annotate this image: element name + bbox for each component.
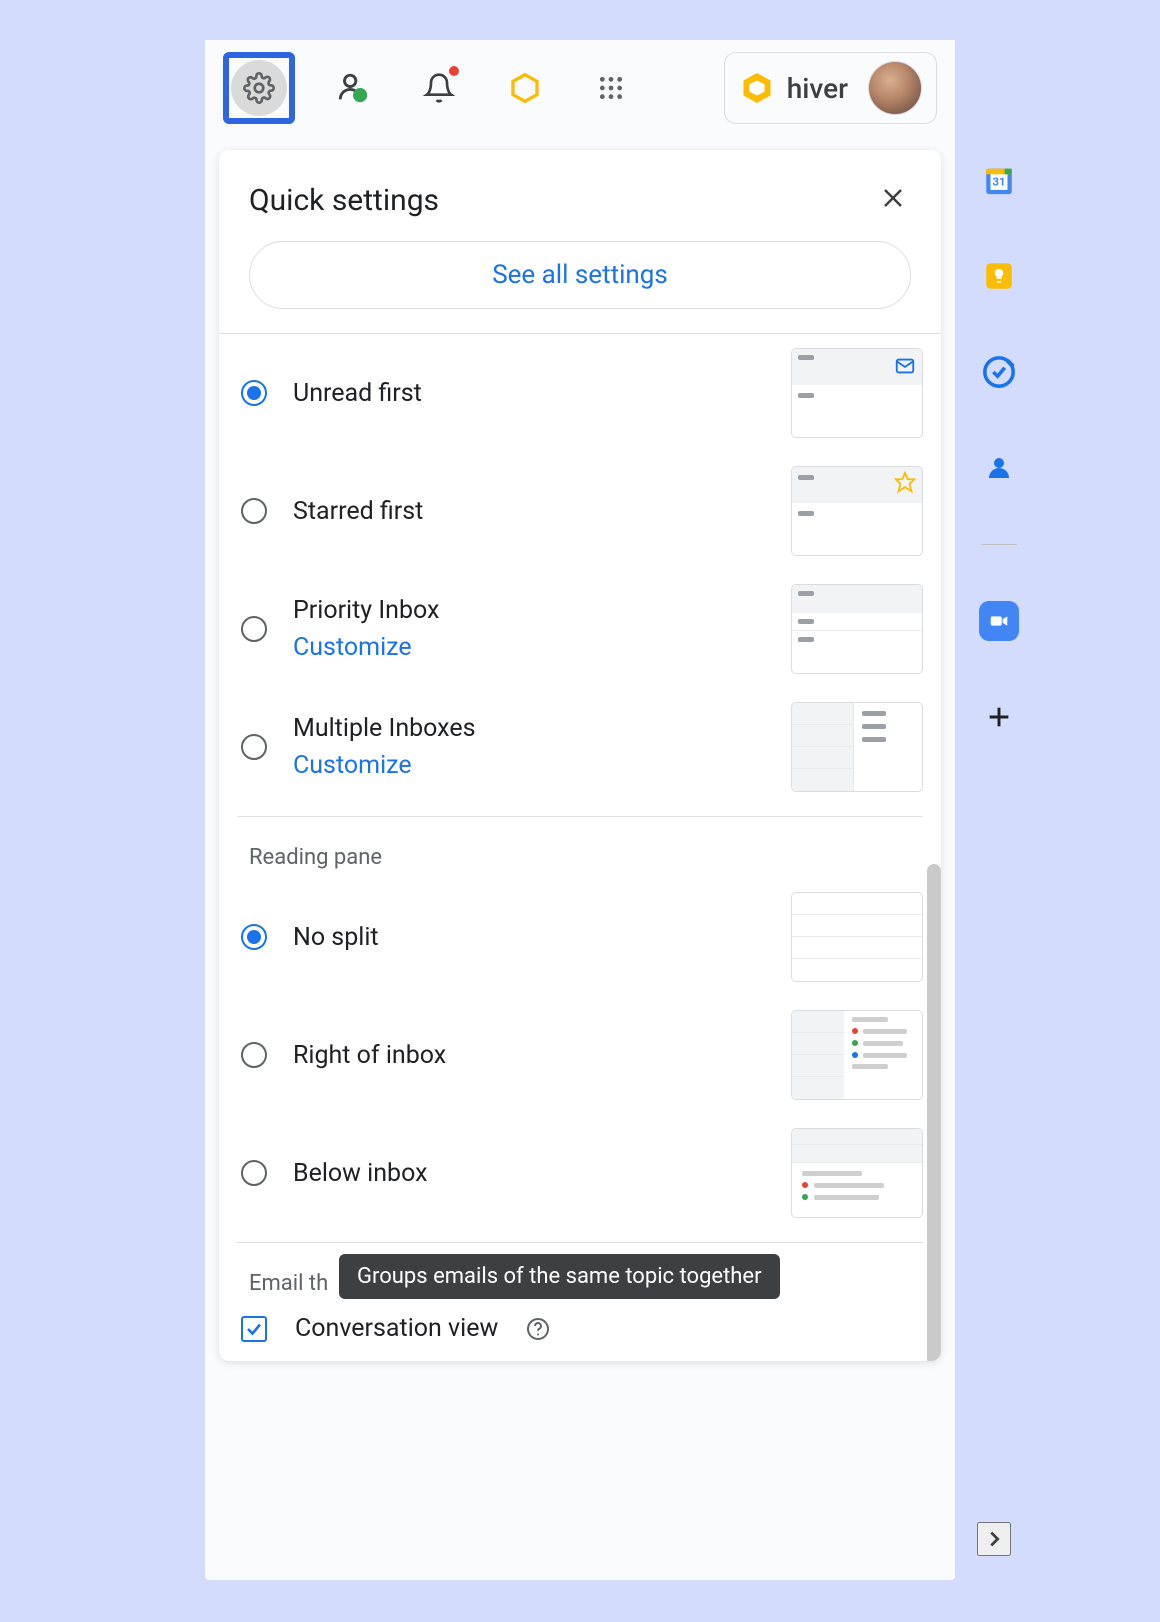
see-all-settings-button[interactable]: See all settings (249, 241, 911, 309)
panel-title: Quick settings (249, 183, 439, 218)
radio-multiple-inboxes[interactable] (241, 734, 267, 760)
preview-priority-inbox (791, 584, 923, 674)
close-button[interactable] (875, 178, 911, 223)
preview-unread-first (791, 348, 923, 438)
hiver-button[interactable] (497, 60, 553, 116)
side-rail: 31 (979, 160, 1019, 737)
brand-text: hiver (787, 72, 848, 105)
settings-button[interactable] (231, 60, 287, 116)
option-label: Below inbox (293, 1159, 781, 1188)
zoom-app-icon[interactable] (979, 601, 1019, 641)
contacts-app-icon[interactable] (979, 448, 1019, 488)
preview-below-inbox (791, 1128, 923, 1218)
preview-multiple-inboxes (791, 702, 923, 792)
reading-pane-option-no-split[interactable]: No split (219, 878, 941, 996)
option-label: Multiple Inboxes (293, 714, 781, 743)
notification-dot-icon (449, 66, 459, 76)
customize-link[interactable]: Customize (293, 751, 781, 780)
reading-pane-title: Reading pane (219, 817, 941, 878)
radio-below-inbox[interactable] (241, 1160, 267, 1186)
conversation-view-tooltip: Groups emails of the same topic together (339, 1254, 780, 1299)
close-icon (881, 186, 905, 210)
preview-no-split (791, 892, 923, 982)
radio-right-of-inbox[interactable] (241, 1042, 267, 1068)
keep-app-icon[interactable] (979, 256, 1019, 296)
conversation-view-row[interactable]: Conversation view (219, 1296, 941, 1361)
avatar[interactable] (868, 61, 922, 115)
option-label: Priority Inbox (293, 596, 781, 625)
plus-icon (985, 703, 1013, 731)
checkmark-icon (245, 1320, 263, 1338)
chevron-right-icon (983, 1528, 1005, 1550)
tasks-app-icon[interactable] (979, 352, 1019, 392)
calendar-app-icon[interactable]: 31 (979, 160, 1019, 200)
email-threading-title-text: Email th (249, 1271, 328, 1296)
option-label: No split (293, 923, 781, 952)
reading-pane-option-below[interactable]: Below inbox (219, 1114, 941, 1232)
hiver-hex-icon (509, 72, 541, 104)
gear-highlight (223, 52, 295, 124)
inbox-type-option-starred[interactable]: Starred first (219, 452, 941, 570)
person-icon (336, 71, 370, 105)
radio-unread-first[interactable] (241, 380, 267, 406)
bell-icon (423, 72, 455, 104)
side-panel-toggle[interactable] (977, 1522, 1011, 1556)
inbox-type-option-unread[interactable]: Unread first (219, 334, 941, 452)
conversation-view-label: Conversation view (295, 1314, 498, 1343)
notifications-button[interactable] (411, 60, 467, 116)
add-app-button[interactable] (979, 697, 1019, 737)
quick-settings-panel: Quick settings See all settings Unread f… (219, 150, 941, 1361)
rail-divider (981, 544, 1017, 545)
help-icon[interactable] (526, 1317, 550, 1341)
customize-link[interactable]: Customize (293, 633, 781, 662)
option-label: Unread first (293, 379, 781, 408)
gear-icon (243, 72, 275, 104)
inbox-type-option-priority[interactable]: Priority Inbox Customize (219, 570, 941, 688)
brand-pill[interactable]: hiver (724, 52, 937, 124)
inbox-type-option-multiple[interactable]: Multiple Inboxes Customize (219, 688, 941, 806)
top-toolbar: hiver (205, 40, 955, 136)
preview-starred-first (791, 466, 923, 556)
contacts-button[interactable] (325, 60, 381, 116)
radio-priority-inbox[interactable] (241, 616, 267, 642)
option-label: Starred first (293, 497, 781, 526)
preview-right-of-inbox (791, 1010, 923, 1100)
radio-starred-first[interactable] (241, 498, 267, 524)
hiver-logo-icon (739, 70, 775, 106)
option-label: Right of inbox (293, 1041, 781, 1070)
checkbox-conversation-view[interactable] (241, 1316, 267, 1342)
svg-text:31: 31 (993, 175, 1006, 189)
radio-no-split[interactable] (241, 924, 267, 950)
reading-pane-option-right[interactable]: Right of inbox (219, 996, 941, 1114)
apps-grid-icon (598, 75, 624, 101)
apps-button[interactable] (583, 60, 639, 116)
settings-scroll-area: Unread first Starred first (219, 333, 941, 1361)
